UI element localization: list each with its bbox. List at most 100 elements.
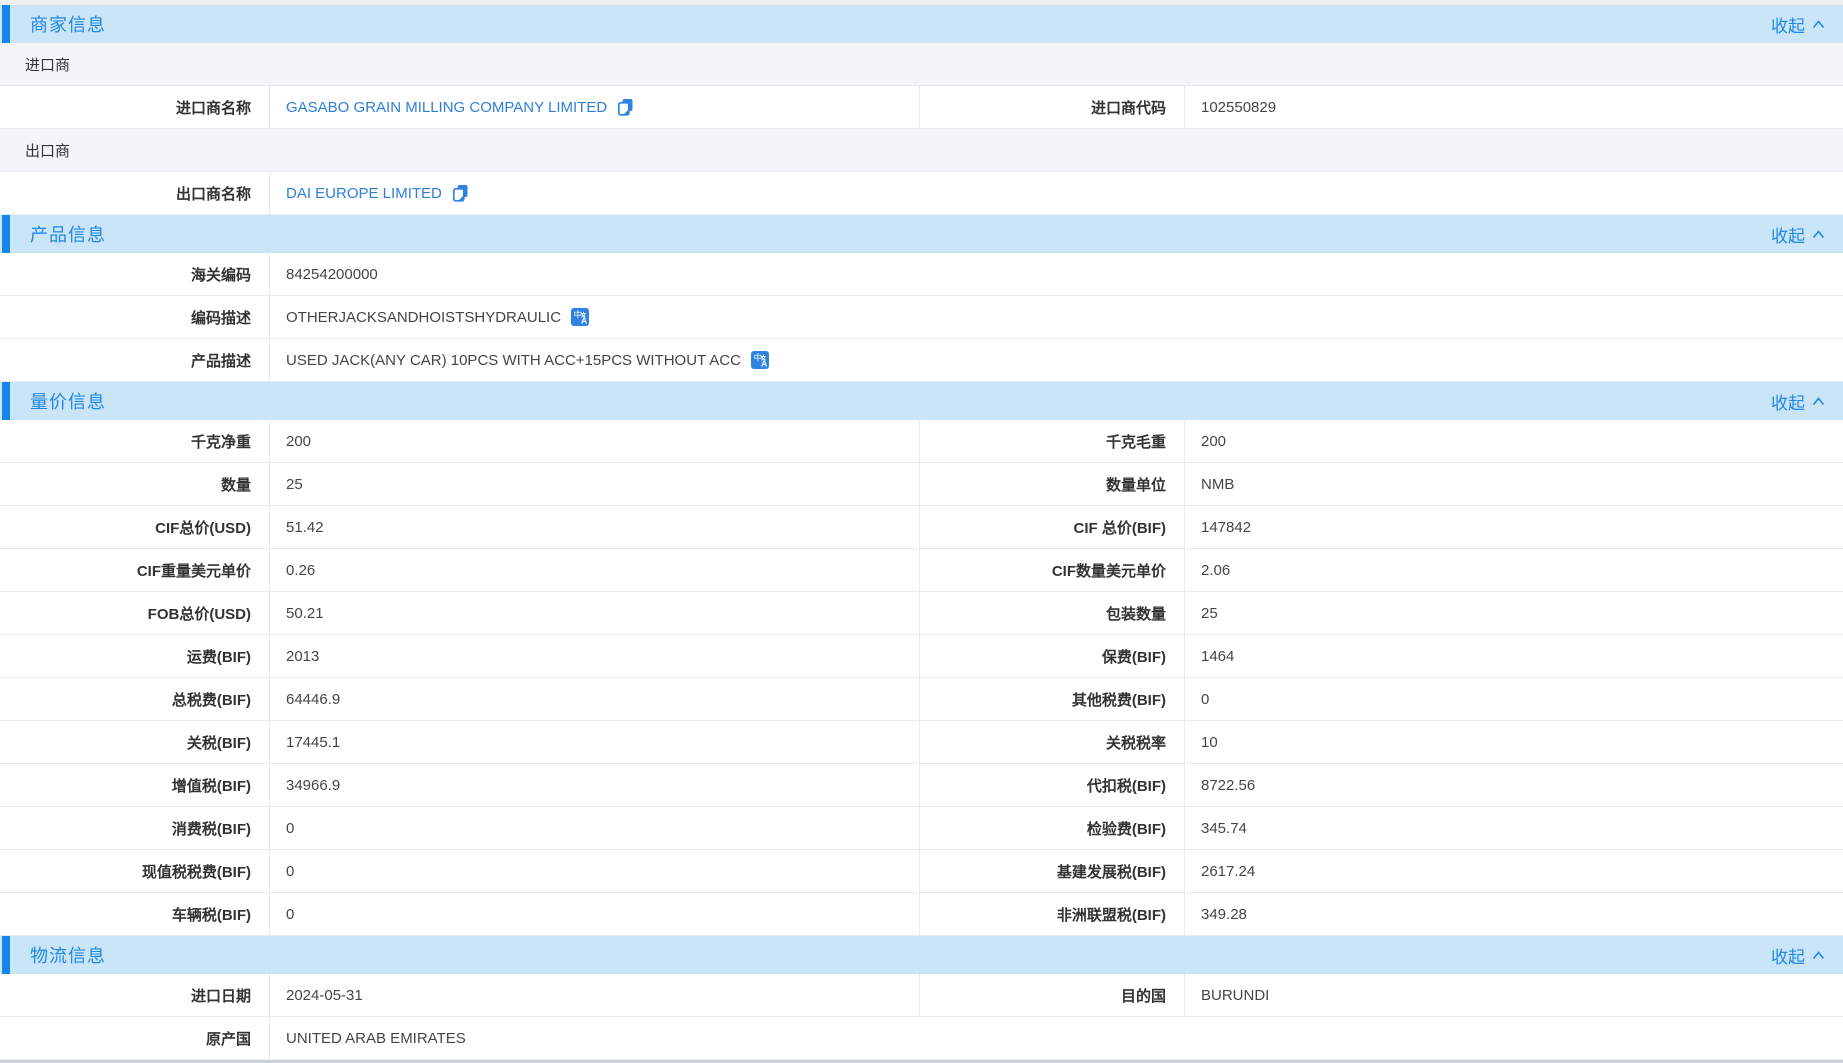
table-row: 现值税税费(BIF) 0 基建发展税(BIF) 2617.24 — [0, 850, 1843, 893]
table-row: 千克净重 200 千克毛重 200 — [0, 420, 1843, 463]
freight-value: 2013 — [270, 635, 920, 677]
customs-duty-value: 17445.1 — [270, 721, 920, 763]
table-row: 编码描述 OTHERJACKSANDHOISTSHYDRAULIC 中 A — [0, 296, 1843, 339]
destination-country-value: BURUNDI — [1185, 974, 1843, 1016]
duty-rate-label: 关税税率 — [920, 721, 1185, 763]
table-row: 进口商名称 GASABO GRAIN MILLING COMPANY LIMIT… — [0, 86, 1843, 129]
insurance-value: 1464 — [1185, 635, 1843, 677]
insurance-label: 保费(BIF) — [920, 635, 1185, 677]
cif-weight-unit-price-label: CIF重量美元单价 — [0, 549, 270, 591]
collapse-button[interactable]: 收起 — [1771, 943, 1825, 968]
withholding-tax-label: 代扣税(BIF) — [920, 764, 1185, 806]
present-value-tax-value: 0 — [270, 850, 920, 892]
gross-weight-label: 千克毛重 — [920, 420, 1185, 462]
section-accent-bar — [2, 215, 10, 253]
table-row: 数量 25 数量单位 NMB — [0, 463, 1843, 506]
table-row: 车辆税(BIF) 0 非洲联盟税(BIF) 349.28 — [0, 893, 1843, 936]
exporter-name-link[interactable]: DAI EUROPE LIMITED — [286, 185, 442, 202]
section-accent-bar — [2, 5, 10, 43]
cif-bif-value: 147842 — [1185, 506, 1843, 548]
importer-name-label: 进口商名称 — [0, 86, 270, 128]
importer-name-link[interactable]: GASABO GRAIN MILLING COMPANY LIMITED — [286, 99, 607, 116]
inspection-fee-value: 345.74 — [1185, 807, 1843, 849]
importer-group-row: 进口商 — [0, 43, 1843, 86]
importer-group-label: 进口商 — [25, 54, 70, 75]
origin-country-value: UNITED ARAB EMIRATES — [270, 1017, 1843, 1059]
table-row: FOB总价(USD) 50.21 包装数量 25 — [0, 592, 1843, 635]
collapse-button[interactable]: 收起 — [1771, 12, 1825, 37]
african-union-tax-label: 非洲联盟税(BIF) — [920, 893, 1185, 935]
consumption-tax-value: 0 — [270, 807, 920, 849]
hs-code-label: 海关编码 — [0, 253, 270, 295]
quantity-price-section-header: 量价信息 收起 — [0, 382, 1843, 420]
collapse-button[interactable]: 收起 — [1771, 222, 1825, 247]
product-section-header: 产品信息 收起 — [0, 215, 1843, 253]
section-title: 产品信息 — [30, 221, 106, 247]
freight-label: 运费(BIF) — [0, 635, 270, 677]
exporter-group-label: 出口商 — [25, 140, 70, 161]
merchant-section-header: 商家信息 收起 — [0, 5, 1843, 43]
import-date-value: 2024-05-31 — [270, 974, 920, 1016]
section-title: 物流信息 — [30, 942, 106, 968]
inspection-fee-label: 检验费(BIF) — [920, 807, 1185, 849]
other-tax-value: 0 — [1185, 678, 1843, 720]
table-row: 进口日期 2024-05-31 目的国 BURUNDI — [0, 974, 1843, 1017]
package-qty-label: 包装数量 — [920, 592, 1185, 634]
other-tax-label: 其他税费(BIF) — [920, 678, 1185, 720]
quantity-unit-value: NMB — [1185, 463, 1843, 505]
net-weight-label: 千克净重 — [0, 420, 270, 462]
importer-code-label: 进口商代码 — [920, 86, 1185, 128]
origin-country-label: 原产国 — [0, 1017, 270, 1059]
chevron-up-icon — [1812, 20, 1825, 29]
vat-label: 增值税(BIF) — [0, 764, 270, 806]
product-desc-label: 产品描述 — [0, 339, 270, 381]
quantity-label: 数量 — [0, 463, 270, 505]
copy-icon[interactable] — [452, 184, 469, 202]
collapse-label: 收起 — [1771, 943, 1805, 968]
table-row: 消费税(BIF) 0 检验费(BIF) 345.74 — [0, 807, 1843, 850]
table-row: 关税(BIF) 17445.1 关税税率 10 — [0, 721, 1843, 764]
withholding-tax-value: 8722.56 — [1185, 764, 1843, 806]
product-desc-value: USED JACK(ANY CAR) 10PCS WITH ACC+15PCS … — [286, 352, 741, 369]
chevron-up-icon — [1812, 951, 1825, 960]
cif-qty-unit-price-label: CIF数量美元单价 — [920, 549, 1185, 591]
african-union-tax-value: 349.28 — [1185, 893, 1843, 935]
package-qty-value: 25 — [1185, 592, 1843, 634]
cif-usd-label: CIF总价(USD) — [0, 506, 270, 548]
fob-usd-value: 50.21 — [270, 592, 920, 634]
section-accent-bar — [2, 382, 10, 420]
section-title: 商家信息 — [30, 11, 106, 37]
cif-weight-unit-price-value: 0.26 — [270, 549, 920, 591]
consumption-tax-label: 消费税(BIF) — [0, 807, 270, 849]
section-title: 量价信息 — [30, 388, 106, 414]
infrastructure-tax-value: 2617.24 — [1185, 850, 1843, 892]
translate-icon[interactable]: 中 A — [751, 351, 769, 369]
code-desc-value: OTHERJACKSANDHOISTSHYDRAULIC — [286, 309, 561, 326]
collapse-button[interactable]: 收起 — [1771, 389, 1825, 414]
trade-record-page: 商家信息 收起 进口商 进口商名称 GASABO GRAIN MILLING C… — [0, 0, 1843, 1063]
table-row: CIF总价(USD) 51.42 CIF 总价(BIF) 147842 — [0, 506, 1843, 549]
duty-rate-value: 10 — [1185, 721, 1843, 763]
cif-bif-label: CIF 总价(BIF) — [920, 506, 1185, 548]
collapse-label: 收起 — [1771, 12, 1805, 37]
present-value-tax-label: 现值税税费(BIF) — [0, 850, 270, 892]
total-tax-label: 总税费(BIF) — [0, 678, 270, 720]
code-desc-label: 编码描述 — [0, 296, 270, 338]
copy-icon[interactable] — [617, 98, 634, 116]
quantity-unit-label: 数量单位 — [920, 463, 1185, 505]
vat-value: 34966.9 — [270, 764, 920, 806]
table-row: 运费(BIF) 2013 保费(BIF) 1464 — [0, 635, 1843, 678]
logistics-section-header: 物流信息 收起 — [0, 936, 1843, 974]
gross-weight-value: 200 — [1185, 420, 1843, 462]
import-date-label: 进口日期 — [0, 974, 270, 1016]
translate-icon[interactable]: 中 A — [571, 308, 589, 326]
infrastructure-tax-label: 基建发展税(BIF) — [920, 850, 1185, 892]
table-row: 原产国 UNITED ARAB EMIRATES — [0, 1017, 1843, 1060]
customs-duty-label: 关税(BIF) — [0, 721, 270, 763]
table-row: 增值税(BIF) 34966.9 代扣税(BIF) 8722.56 — [0, 764, 1843, 807]
cif-usd-value: 51.42 — [270, 506, 920, 548]
cif-qty-unit-price-value: 2.06 — [1185, 549, 1843, 591]
table-row: 总税费(BIF) 64446.9 其他税费(BIF) 0 — [0, 678, 1843, 721]
net-weight-value: 200 — [270, 420, 920, 462]
fob-usd-label: FOB总价(USD) — [0, 592, 270, 634]
